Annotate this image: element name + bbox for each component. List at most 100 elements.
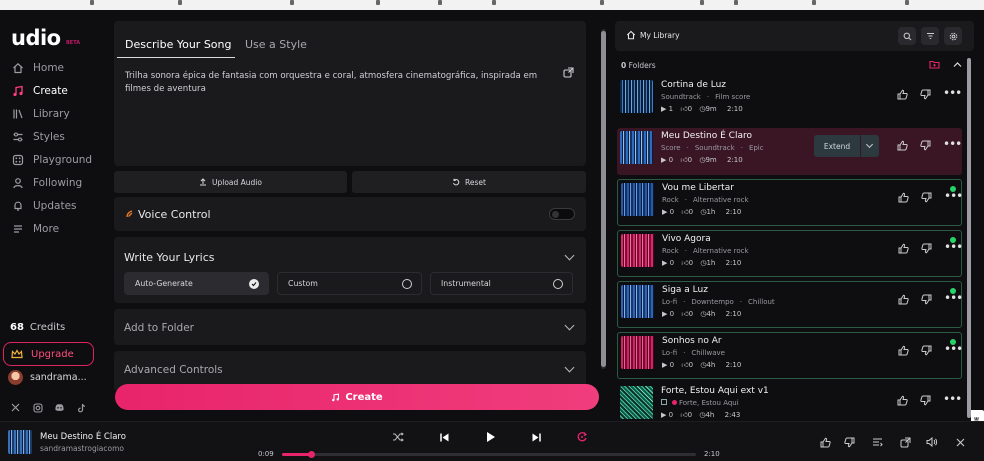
voice-control-toggle[interactable] [549, 208, 575, 220]
song-cover-art[interactable] [621, 183, 654, 216]
song-cover-art[interactable] [621, 234, 654, 267]
song-tag[interactable]: Film score [715, 93, 750, 101]
dislike-button[interactable] [920, 395, 931, 406]
sidebar-item-styles[interactable]: Styles [0, 127, 100, 147]
previous-button[interactable] [437, 430, 451, 444]
more-options-button[interactable]: ••• [943, 393, 962, 405]
more-options-button[interactable]: ••• [943, 87, 962, 99]
progress-bar[interactable] [282, 451, 696, 458]
repeat-button[interactable] [575, 430, 589, 444]
more-options-button[interactable]: ••• [944, 190, 963, 202]
song-tag[interactable]: Forte, Estou Aqui [679, 399, 739, 407]
queue-button[interactable] [871, 436, 883, 448]
dislike-button[interactable] [921, 294, 932, 305]
now-playing-artist[interactable]: sandramastrogiacomo [40, 444, 124, 453]
tab-describe-your-song[interactable]: Describe Your Song [125, 38, 232, 51]
like-button[interactable] [898, 192, 909, 203]
create-panel-scrollbar[interactable] [600, 21, 607, 378]
shuffle-button[interactable] [391, 430, 405, 444]
song-tag[interactable]: Rock [662, 196, 679, 204]
settings-button[interactable] [944, 27, 962, 45]
sidebar-item-create[interactable]: Create [0, 81, 100, 101]
instagram-icon[interactable] [32, 402, 43, 413]
song-tag[interactable]: Alternative rock [693, 247, 749, 255]
play-button[interactable] [483, 430, 497, 444]
chevron-up-icon[interactable] [953, 61, 962, 68]
lyrics-option-custom[interactable]: Custom [277, 272, 422, 295]
lyrics-option-instrumental[interactable]: Instrumental [430, 272, 573, 295]
now-playing-title[interactable]: Meu Destino É Claro [40, 432, 126, 442]
scrollbar-thumb[interactable] [967, 58, 971, 418]
extend-button[interactable]: Extend [814, 135, 860, 157]
song-tag[interactable]: Alternative rock [693, 196, 749, 204]
folders-count[interactable]: 0 Folders [621, 61, 656, 70]
song-tag[interactable]: Soundtrack [661, 93, 701, 101]
more-options-button[interactable]: ••• [943, 138, 962, 150]
more-options-button[interactable]: ••• [944, 343, 963, 355]
song-tag[interactable]: Chillout [748, 298, 775, 306]
song-tag[interactable]: Soundtrack [695, 144, 735, 152]
user-account[interactable]: sandrama... [8, 370, 87, 385]
tiktok-icon[interactable] [76, 402, 87, 413]
song-row[interactable]: Vivo Agora Rock · Alternative rock ▶ 0 👍︎0… [617, 230, 963, 277]
extend-dropdown-button[interactable] [861, 135, 879, 157]
dislike-button[interactable] [920, 89, 931, 100]
sidebar-item-library[interactable]: Library [0, 104, 100, 124]
song-title[interactable]: Forte, Estou Aqui ext v1 [661, 386, 769, 396]
song-row[interactable]: Meu Destino É Claro Score · Soundtrack · Epi… [617, 128, 962, 175]
add-folder-icon[interactable] [929, 60, 940, 69]
udio-logo[interactable]: udio [11, 26, 61, 50]
dislike-button[interactable] [920, 140, 931, 151]
more-options-button[interactable]: ••• [944, 241, 963, 253]
like-button[interactable] [897, 140, 908, 151]
song-cover-art[interactable] [620, 80, 653, 113]
upload-audio-button[interactable]: Upload Audio [114, 171, 347, 193]
song-tag[interactable]: Epic [749, 144, 764, 152]
song-title[interactable]: Vivo Agora [662, 234, 711, 244]
create-button[interactable]: Create [115, 384, 599, 410]
library-scrollbar[interactable] [966, 56, 972, 420]
sidebar-item-updates[interactable]: Updates [0, 196, 100, 216]
reset-button[interactable]: Reset [352, 171, 586, 193]
like-button[interactable] [819, 436, 831, 448]
song-row[interactable]: Vou me Libertar Rock · Alternative rock ▶ … [617, 179, 963, 226]
dislike-button[interactable] [921, 243, 932, 254]
scrollbar-thumb[interactable] [601, 31, 606, 367]
dislike-button[interactable] [843, 436, 855, 448]
x-icon[interactable] [10, 402, 21, 413]
volume-button[interactable] [926, 436, 938, 448]
like-button[interactable] [898, 345, 909, 356]
song-tag[interactable]: Score [661, 144, 681, 152]
song-cover-art[interactable] [620, 386, 653, 419]
like-button[interactable] [898, 294, 909, 305]
external-link-icon[interactable] [563, 67, 574, 78]
next-button[interactable] [529, 430, 543, 444]
sidebar-item-more[interactable]: More [0, 219, 100, 239]
song-tag[interactable]: Chillwave [691, 349, 725, 357]
discord-icon[interactable] [54, 402, 65, 413]
song-tag[interactable]: Lo-fi [662, 298, 677, 306]
dislike-button[interactable] [921, 192, 932, 203]
open-song-button[interactable] [899, 436, 911, 448]
lyrics-option-auto-generate[interactable]: Auto-Generate [124, 272, 269, 295]
search-button[interactable] [898, 27, 916, 45]
song-row[interactable]: Cortina de Luz Soundtrack · Film score ▶ 1… [617, 77, 962, 124]
song-cover-art[interactable] [620, 131, 653, 164]
song-title[interactable]: Cortina de Luz [661, 80, 726, 90]
add-to-folder-card[interactable]: Add to Folder [114, 309, 586, 345]
song-title[interactable]: Meu Destino É Claro [661, 131, 752, 141]
chevron-down-icon[interactable] [564, 250, 575, 261]
filter-button[interactable] [921, 27, 939, 45]
song-tag[interactable]: Rock [662, 247, 679, 255]
dislike-button[interactable] [921, 345, 932, 356]
progress-handle[interactable] [307, 451, 315, 458]
song-cover-art[interactable] [621, 285, 654, 318]
upgrade-button[interactable]: Upgrade [3, 342, 94, 366]
like-button[interactable] [897, 395, 908, 406]
tab-use-a-style[interactable]: Use a Style [245, 38, 307, 51]
song-title[interactable]: Siga a Luz [662, 285, 708, 295]
song-title[interactable]: Vou me Libertar [662, 183, 734, 193]
song-row[interactable]: Sonhos no Ar Lo-fi · Chillwave ▶ 0 👍︎0 ◷4h… [617, 332, 963, 379]
more-options-button[interactable]: ••• [944, 292, 963, 304]
sidebar-item-playground[interactable]: Playground [0, 150, 100, 170]
